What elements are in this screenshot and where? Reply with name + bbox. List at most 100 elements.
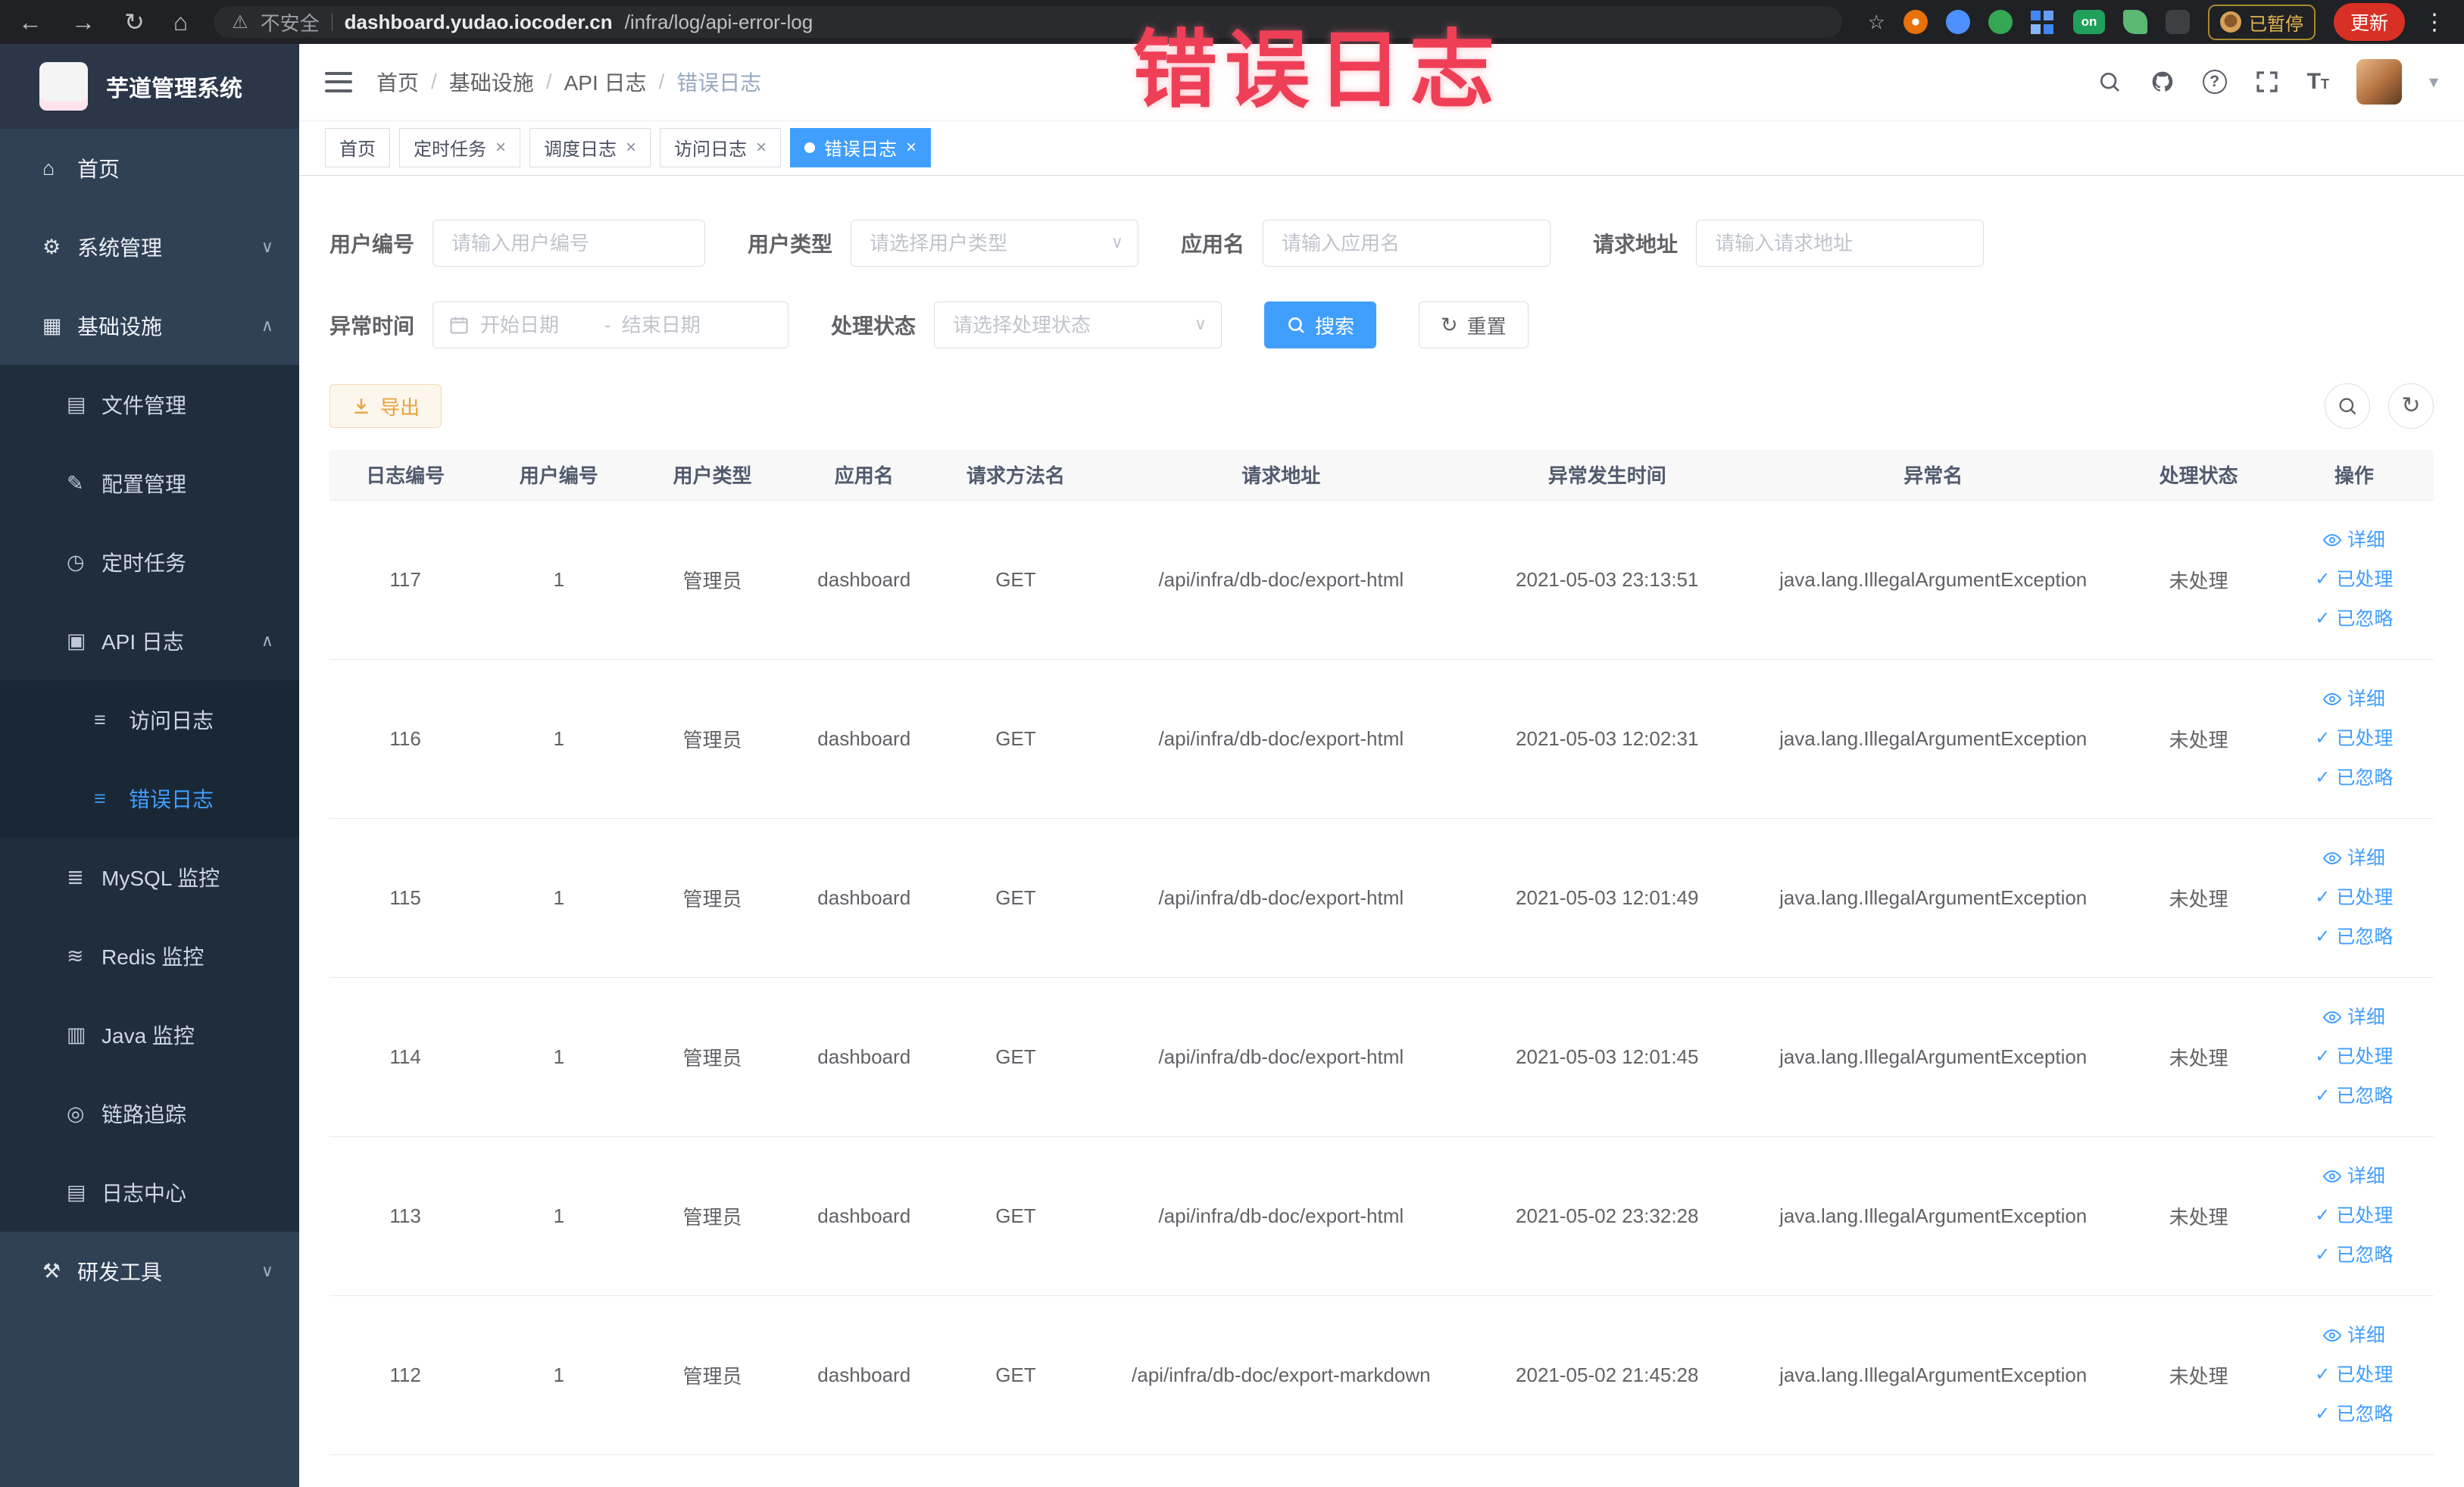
search-icon[interactable]: [2097, 69, 2122, 95]
font-size-icon[interactable]: TT: [2307, 69, 2329, 95]
sidebar-item-mysql-monitor[interactable]: ≣ MySQL 监控: [0, 838, 299, 917]
chevron-up-icon: ∧: [261, 316, 273, 335]
process-status-select[interactable]: [934, 301, 1223, 348]
exception-time-range-picker[interactable]: -: [433, 301, 789, 348]
active-dot: [804, 142, 816, 153]
sidebar-item-api-log[interactable]: ▣ API 日志 ∧: [0, 601, 299, 680]
avatar-caret-down-icon[interactable]: ▾: [2429, 71, 2438, 93]
check-icon: ✓: [2315, 926, 2331, 947]
toggle-search-button[interactable]: [2325, 383, 2370, 429]
processed-link[interactable]: ✓ 已处理: [2282, 1037, 2426, 1076]
close-icon[interactable]: ×: [756, 137, 767, 158]
sidebar-item-file-management[interactable]: ▤ 文件管理: [0, 365, 299, 444]
address-bar[interactable]: ⚠ 不安全 dashboard.yudao.iocoder.cn /infra/…: [214, 6, 1842, 38]
start-date-input[interactable]: [480, 313, 595, 337]
breadcrumb-api-log[interactable]: API 日志: [564, 67, 647, 97]
browser-home-icon[interactable]: ⌂: [173, 8, 188, 36]
check-icon: ✓: [2315, 1086, 2331, 1106]
user-type-label: 用户类型: [748, 233, 833, 256]
table-row: 117 1 管理员 dashboard GET /api/infra/db-do…: [329, 500, 2434, 660]
browser-back-icon[interactable]: ←: [18, 8, 42, 36]
processed-link[interactable]: ✓ 已处理: [2282, 1196, 2426, 1236]
layers-icon: ≋: [67, 944, 84, 967]
logo-image: [39, 62, 88, 111]
eye-icon: [2322, 1170, 2341, 1183]
ignored-link[interactable]: ✓ 已忽略: [2282, 1395, 2426, 1434]
processed-link[interactable]: ✓ 已处理: [2282, 719, 2426, 758]
help-icon[interactable]: ?: [2202, 70, 2227, 94]
browser-update-button[interactable]: 更新: [2333, 3, 2405, 41]
gear-icon: ⚙: [42, 235, 61, 258]
ignored-link[interactable]: ✓ 已忽略: [2282, 917, 2426, 957]
sidebar-item-config-management[interactable]: ✎ 配置管理: [0, 444, 299, 523]
sidebar-item-error-log[interactable]: ≡ 错误日志: [0, 759, 299, 838]
reset-button[interactable]: ↻ 重置: [1419, 301, 1529, 348]
ignored-link[interactable]: ✓ 已忽略: [2282, 599, 2426, 639]
sidebar-item-log-center[interactable]: ▤ 日志中心: [0, 1153, 299, 1232]
eye-icon: [2322, 692, 2341, 706]
sidebar-item-scheduled-tasks[interactable]: ◷ 定时任务: [0, 523, 299, 601]
tab-scheduled-tasks[interactable]: 定时任务 ×: [399, 127, 521, 167]
sidebar-item-trace[interactable]: ◎ 链路追踪: [0, 1074, 299, 1153]
sidebar-toggle-icon[interactable]: [325, 71, 352, 92]
extension-on-badge[interactable]: on: [2072, 10, 2105, 34]
user-id-input[interactable]: [433, 220, 706, 267]
sidebar-item-access-log[interactable]: ≡ 访问日志: [0, 680, 299, 759]
refresh-table-button[interactable]: ↻: [2388, 383, 2434, 429]
user-type-select[interactable]: [851, 220, 1139, 267]
close-icon[interactable]: ×: [626, 137, 636, 158]
sidebar-item-home[interactable]: ⌂ 首页: [0, 129, 299, 208]
tab-schedule-log[interactable]: 调度日志 ×: [529, 127, 651, 167]
check-icon: ✓: [2315, 1205, 2331, 1226]
tab-access-log[interactable]: 访问日志 ×: [660, 127, 782, 167]
sidebar-item-infrastructure[interactable]: ▦ 基础设施 ∧: [0, 286, 299, 365]
browser-forward-icon[interactable]: →: [71, 8, 95, 36]
detail-link[interactable]: 详细: [2282, 839, 2426, 878]
detail-link[interactable]: 详细: [2282, 1157, 2426, 1196]
processed-link[interactable]: ✓ 已处理: [2282, 560, 2426, 599]
breadcrumb-infrastructure[interactable]: 基础设施: [449, 67, 534, 97]
detail-link[interactable]: 详细: [2282, 520, 2426, 560]
export-button[interactable]: 导出: [329, 384, 442, 428]
breadcrumb-home[interactable]: 首页: [376, 67, 419, 97]
ignored-link[interactable]: ✓ 已忽略: [2282, 1076, 2426, 1116]
app-name-input[interactable]: [1263, 220, 1551, 267]
sidebar-item-java-monitor[interactable]: ▥ Java 监控: [0, 995, 299, 1074]
table-row: 116 1 管理员 dashboard GET /api/infra/db-do…: [329, 659, 2434, 819]
browser-reload-icon[interactable]: ↻: [124, 8, 145, 36]
processed-link[interactable]: ✓ 已处理: [2282, 1355, 2426, 1395]
tab-error-log[interactable]: 错误日志 ×: [790, 127, 932, 167]
close-icon[interactable]: ×: [906, 137, 917, 158]
processed-link[interactable]: ✓ 已处理: [2282, 878, 2426, 917]
extension-green-icon[interactable]: [1988, 10, 2013, 34]
bookmark-star-icon[interactable]: ☆: [1868, 11, 1885, 34]
end-date-input[interactable]: [621, 313, 735, 337]
extension-pin-icon[interactable]: [2165, 10, 2190, 34]
extension-leaf-icon[interactable]: [2122, 10, 2147, 34]
app-logo[interactable]: 芋道管理系统: [0, 44, 299, 129]
ignored-link[interactable]: ✓ 已忽略: [2282, 1236, 2426, 1275]
eye-icon: [2322, 1011, 2341, 1024]
tab-home[interactable]: 首页: [325, 127, 390, 167]
fullscreen-icon[interactable]: [2254, 69, 2280, 95]
extension-adblock-icon[interactable]: [1903, 10, 1928, 34]
sidebar-item-system-management[interactable]: ⚙ 系统管理 ∨: [0, 208, 299, 286]
sidebar-item-dev-tools[interactable]: ⚒ 研发工具 ∨: [0, 1232, 299, 1310]
ignored-link[interactable]: ✓ 已忽略: [2282, 758, 2426, 798]
browser-menu-icon[interactable]: ⋮: [2423, 9, 2446, 36]
close-icon[interactable]: ×: [495, 137, 506, 158]
sidebar-item-redis-monitor[interactable]: ≋ Redis 监控: [0, 917, 299, 995]
detail-link[interactable]: 详细: [2282, 679, 2426, 719]
detail-link[interactable]: 详细: [2282, 1316, 2426, 1355]
extension-grid-icon[interactable]: [2030, 10, 2055, 34]
extension-drop-icon[interactable]: [1945, 10, 1970, 34]
process-status-label: 处理状态: [831, 314, 917, 338]
user-avatar[interactable]: [2356, 59, 2402, 105]
check-icon: ✓: [2315, 887, 2331, 908]
infrastructure-icon: ▦: [42, 314, 62, 337]
github-icon[interactable]: [2150, 69, 2175, 95]
request-url-input[interactable]: [1696, 220, 1985, 267]
search-button[interactable]: 搜索: [1264, 301, 1377, 348]
detail-link[interactable]: 详细: [2282, 998, 2426, 1037]
tampermonkey-paused-badge[interactable]: 已暂停: [2207, 4, 2316, 40]
